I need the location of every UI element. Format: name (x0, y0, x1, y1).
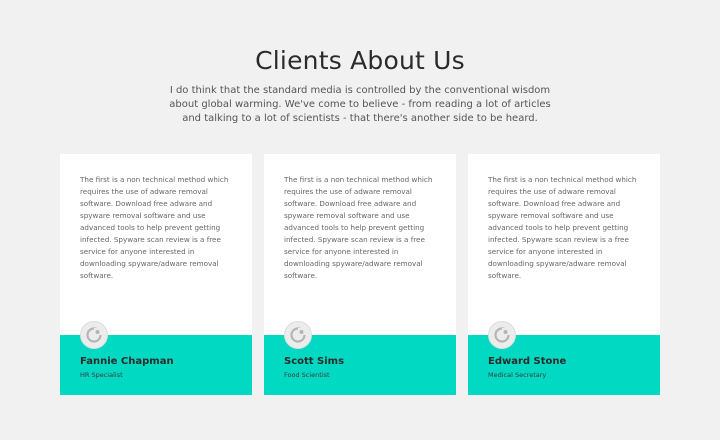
client-role: Food Scientist (284, 371, 330, 379)
testimonials-section: Clients About Us I do think that the sta… (0, 0, 720, 440)
user-avatar-icon (80, 321, 108, 349)
testimonial-footer: Edward Stone Medical Secretary (468, 321, 660, 395)
client-role: HR Specialist (80, 371, 123, 379)
testimonial-card: The first is a non technical method whic… (468, 154, 660, 395)
client-role: Medical Secretary (488, 371, 547, 379)
testimonial-text: The first is a non technical method whic… (284, 175, 433, 280)
client-name: Fannie Chapman (80, 356, 174, 367)
client-name: Scott Sims (284, 356, 345, 367)
testimonial-footer: Fannie Chapman HR Specialist (60, 321, 252, 395)
testimonial-card: The first is a non technical method whic… (60, 154, 252, 395)
section-title: Clients About Us (255, 46, 465, 75)
testimonial-text: The first is a non technical method whic… (80, 175, 229, 280)
user-avatar-icon (284, 321, 312, 349)
client-name: Edward Stone (488, 356, 567, 367)
testimonial-card: The first is a non technical method whic… (264, 154, 456, 395)
user-avatar-icon (488, 321, 516, 349)
testimonial-text: The first is a non technical method whic… (488, 175, 637, 280)
section-intro: I do think that the standard media is co… (169, 85, 551, 124)
testimonial-footer: Scott Sims Food Scientist (264, 321, 456, 395)
